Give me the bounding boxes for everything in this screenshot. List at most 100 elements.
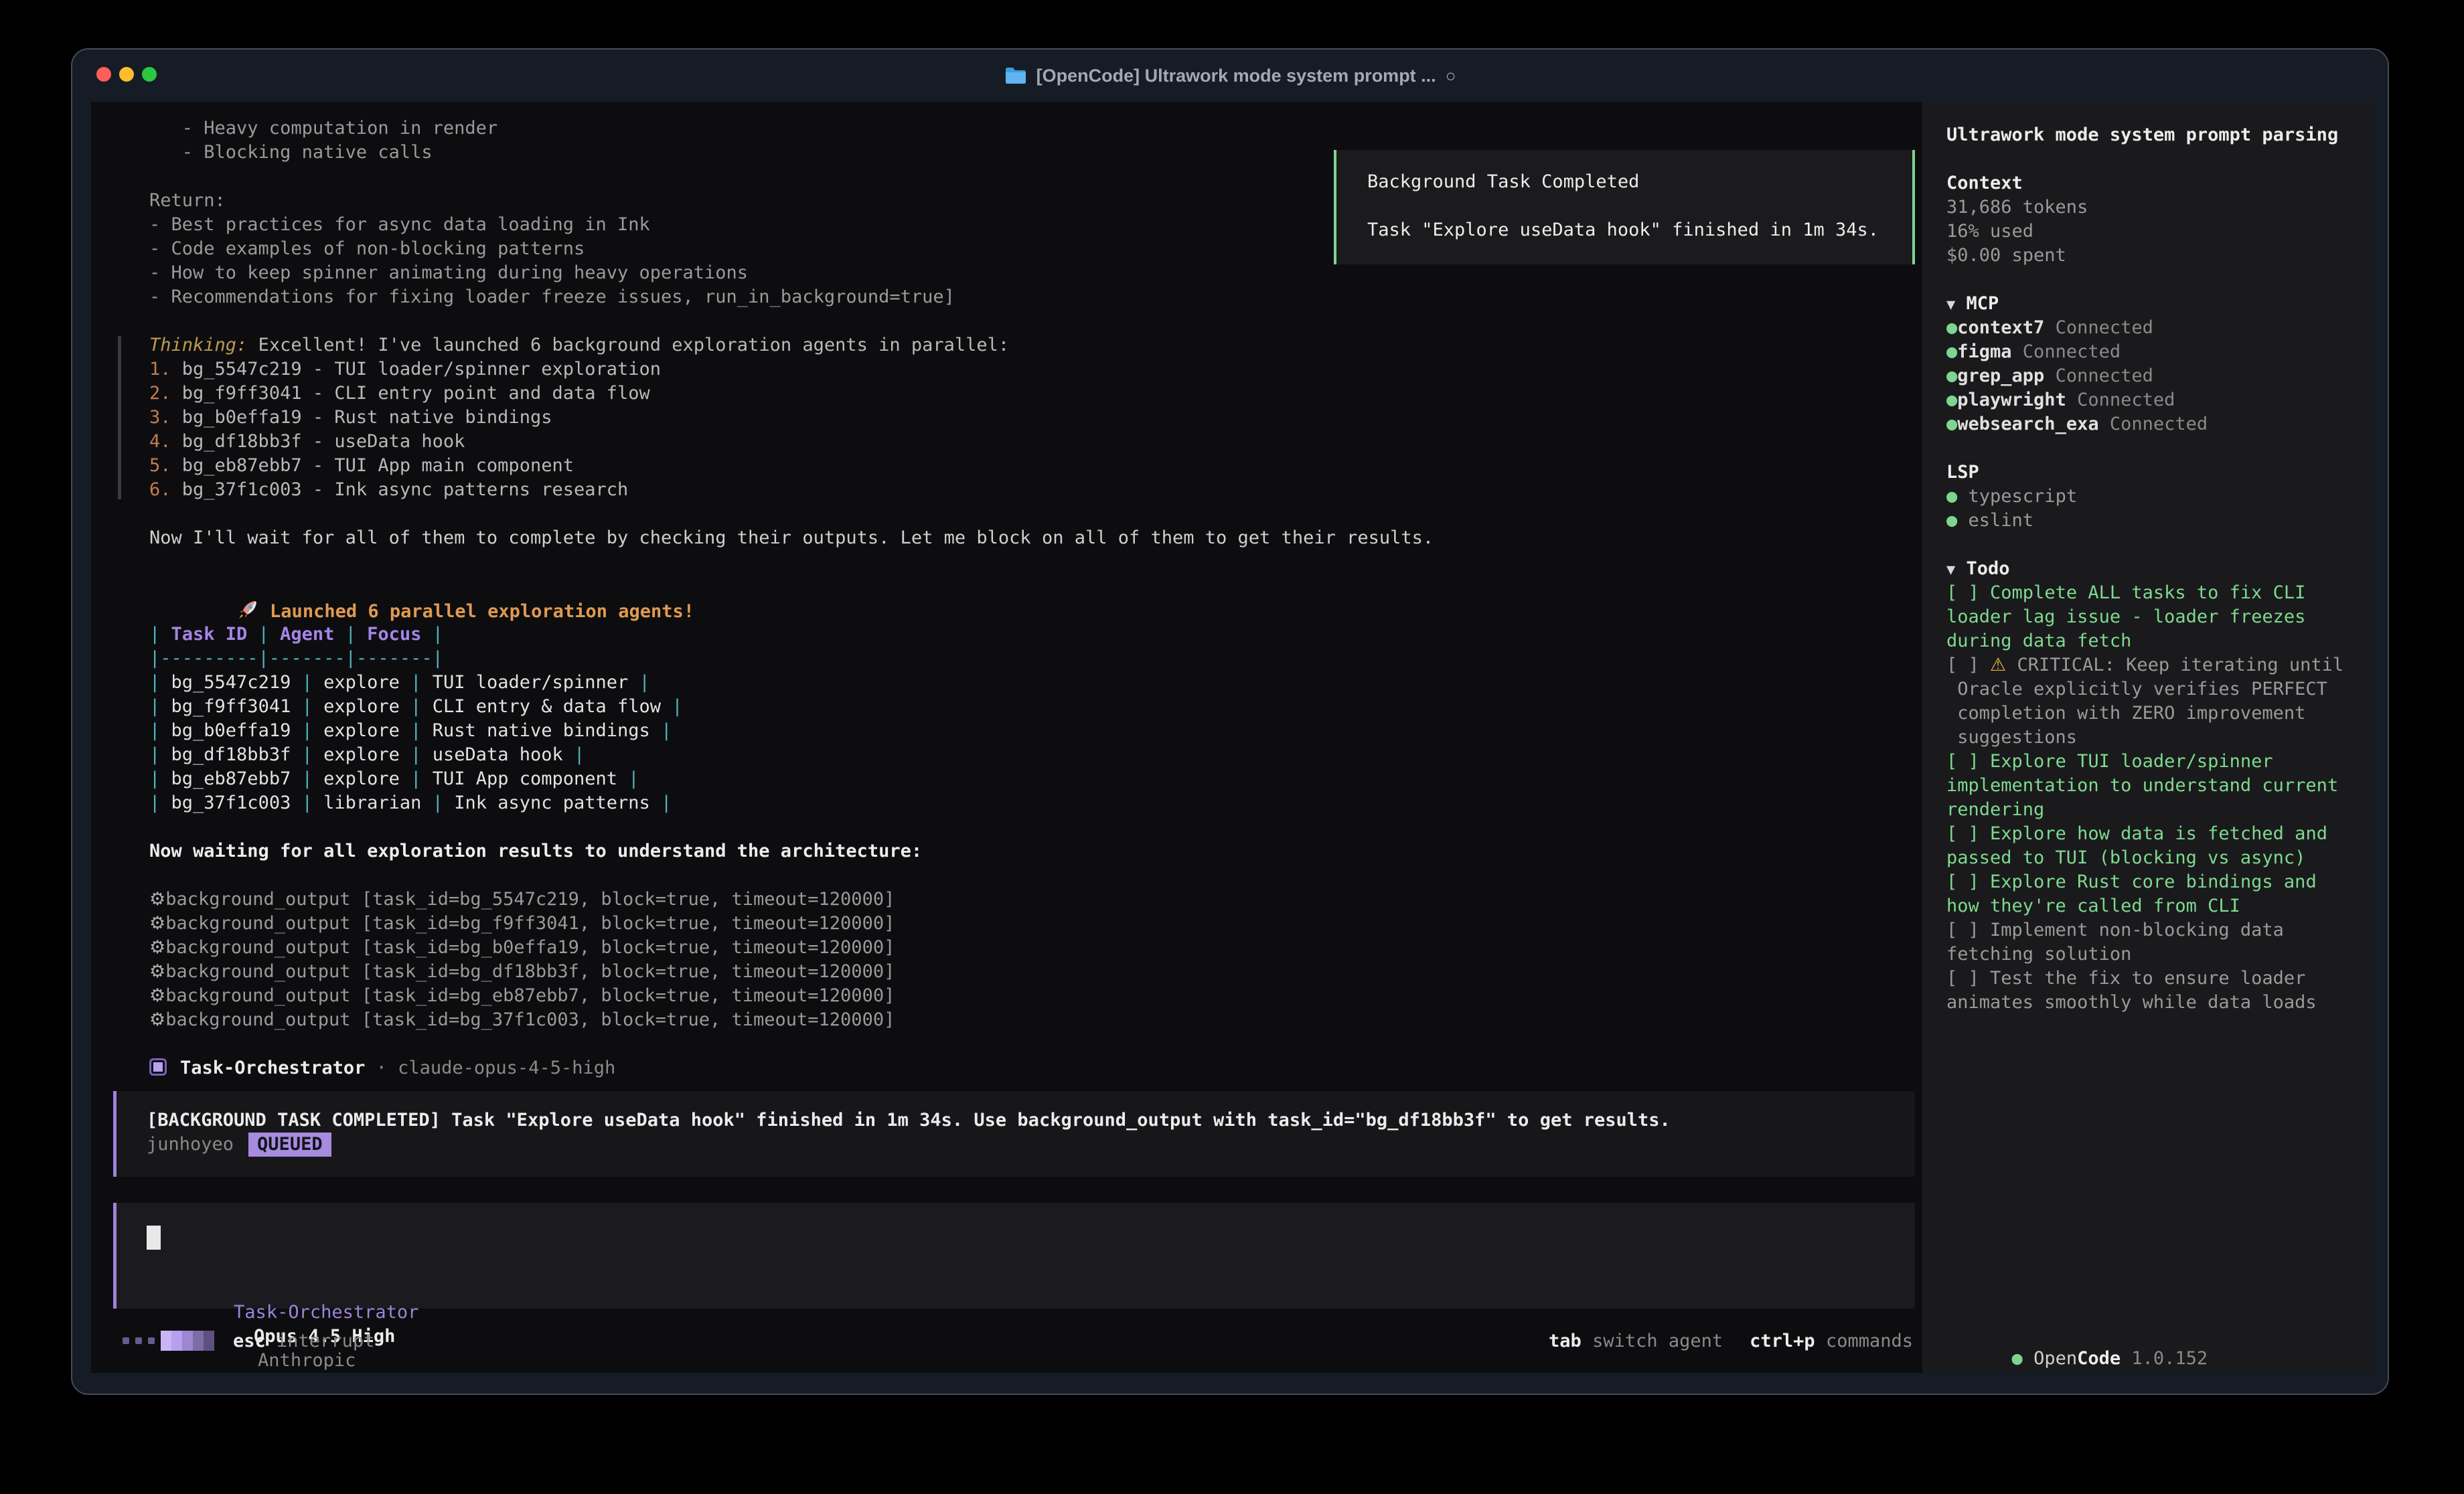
- thinking-item: 6. bg_37f1c003 - Ink async patterns rese…: [149, 478, 1922, 502]
- todo-item: [ ] Test the fix to ensure loader animat…: [1946, 967, 2360, 1015]
- app-version: 1.0.152: [2121, 1348, 2208, 1369]
- mcp-item: ●figma Connected: [1946, 340, 2360, 364]
- spinner-cell: [171, 1331, 182, 1351]
- text-cursor: [147, 1226, 161, 1250]
- gear-icon: ⚙: [149, 1009, 165, 1030]
- checkbox-icon: [ ]: [1946, 655, 1979, 675]
- todo-item: [ ] ⚠ CRITICAL: Keep iterating until Ora…: [1946, 653, 2360, 750]
- gear-icon: ⚙: [149, 985, 165, 1006]
- background-task-completed-panel: [BACKGROUND TASK COMPLETED] Task "Explor…: [113, 1091, 1915, 1177]
- status-dot-icon: ●: [1946, 510, 1957, 531]
- spinner-cell: [161, 1331, 171, 1351]
- status-dot-icon: ●: [1946, 341, 1957, 362]
- checkbox-icon: [ ]: [1946, 751, 1979, 772]
- tool-call-line: ⚙background_output [task_id=bg_df18bb3f,…: [149, 960, 1922, 984]
- app-version-footer: ● OpenCode 1.0.152: [1946, 1323, 2208, 1347]
- thinking-label: Thinking:: [149, 335, 247, 355]
- spinner-dot: [123, 1337, 129, 1344]
- blank-line: [149, 550, 1922, 574]
- thinking-item: 2. bg_f9ff3041 - CLI entry point and dat…: [149, 382, 1922, 406]
- titlebar: [OpenCode] Ultrawork mode system prompt …: [72, 50, 2388, 102]
- lsp-heading: LSP: [1946, 461, 2360, 485]
- status-bar-right: tab switch agentctrl+p commands: [1462, 1310, 1913, 1372]
- checkbox-icon: [ ]: [1946, 872, 1979, 892]
- tab-key-hint: tab: [1549, 1331, 1582, 1351]
- thinking-item: 5. bg_eb87ebb7 - TUI App main component: [149, 454, 1922, 478]
- blank-line: [1946, 533, 2360, 557]
- blank-line: [149, 502, 1922, 526]
- table-row: | bg_5547c219 | explore | TUI loader/spi…: [149, 671, 1922, 695]
- status-dot-icon: ●: [2012, 1348, 2023, 1369]
- table-separator-row: |---------|-------|-------|: [149, 647, 1922, 671]
- ctrlp-key-hint: ctrl+p: [1750, 1331, 1815, 1351]
- window-title: [OpenCode] Ultrawork mode system prompt …: [1036, 66, 1436, 86]
- input-provider-name: Anthropic: [258, 1350, 356, 1371]
- blank-line: [149, 815, 1922, 839]
- gear-icon: ⚙: [149, 961, 165, 982]
- thinking-item: 1. bg_5547c219 - TUI loader/spinner expl…: [149, 357, 1922, 382]
- checkbox-icon: [ ]: [1946, 582, 1979, 603]
- spinner-dot: [135, 1337, 142, 1344]
- folder-icon: [1004, 66, 1027, 85]
- blank-line: [149, 309, 1922, 333]
- app-window: [OpenCode] Ultrawork mode system prompt …: [71, 48, 2389, 1395]
- thinking-intro: Thinking: Excellent! I've launched 6 bac…: [149, 333, 1922, 357]
- table-row: | bg_37f1c003 | librarian | Ink async pa…: [149, 791, 1922, 815]
- tool-call-line: ⚙background_output [task_id=bg_5547c219,…: [149, 888, 1922, 912]
- todo-item: [ ] Explore Rust core bindings and how t…: [1946, 870, 2360, 918]
- status-dot-icon: ●: [1946, 414, 1957, 434]
- agent-name: Task-Orchestrator: [180, 1058, 365, 1078]
- assistant-text: Now I'll wait for all of them to complet…: [149, 526, 1922, 550]
- spinner-cell: [182, 1331, 193, 1351]
- sidebar-title: Ultrawork mode system prompt parsing: [1946, 123, 2360, 147]
- username: junhoyeo: [147, 1134, 234, 1155]
- tool-call-line: ⚙background_output [task_id=bg_37f1c003,…: [149, 1008, 1922, 1032]
- lsp-item: ● typescript: [1946, 485, 2360, 509]
- completed-message: [BACKGROUND TASK COMPLETED] Task "Explor…: [147, 1108, 1895, 1133]
- lsp-item: ● eslint: [1946, 509, 2360, 533]
- mcp-item: ●grep_app Connected: [1946, 364, 2360, 388]
- mcp-item: ●playwright Connected: [1946, 388, 2360, 412]
- spinner-cell: [204, 1331, 214, 1351]
- table-row: | bg_b0effa19 | explore | Rust native bi…: [149, 719, 1922, 743]
- spinner-dot: [148, 1337, 155, 1344]
- context-tokens: 31,686 tokens: [1946, 195, 2360, 220]
- notification-toast: Background Task Completed Task "Explore …: [1334, 150, 1915, 264]
- launch-line: Launched 6 parallel exploration agents!: [149, 574, 1922, 598]
- tool-result-line: - Heavy computation in render: [149, 116, 1922, 141]
- checkbox-icon: [ ]: [1946, 823, 1979, 844]
- mcp-item: ●websearch_exa Connected: [1946, 412, 2360, 436]
- esc-key-hint: esc: [233, 1331, 266, 1351]
- prompt-input[interactable]: Task-Orchestrator Opus 4.5 High Anthropi…: [113, 1203, 1915, 1309]
- notification-body: Task "Explore useData hook" finished in …: [1367, 218, 1912, 242]
- checkbox-icon: [ ]: [1946, 920, 1979, 940]
- blank-line: [149, 1032, 1922, 1056]
- rocket-icon: [236, 598, 259, 621]
- context-heading: Context: [1946, 171, 2360, 195]
- mcp-item: ●context7 Connected: [1946, 316, 2360, 340]
- tool-call-line: ⚙background_output [task_id=bg_f9ff3041,…: [149, 912, 1922, 936]
- gear-icon: ⚙: [149, 937, 165, 958]
- thinking-block: Thinking: Excellent! I've launched 6 bac…: [149, 333, 1922, 502]
- status-dot-icon: ●: [1946, 390, 1957, 410]
- notification-title: Background Task Completed: [1367, 170, 1912, 194]
- completed-meta: junhoyeoQUEUED: [147, 1133, 1895, 1157]
- todo-item: [ ] Explore TUI loader/spinner implement…: [1946, 750, 2360, 822]
- status-dot-icon: ●: [1946, 317, 1957, 338]
- input-agent-name[interactable]: Task-Orchestrator: [234, 1302, 418, 1323]
- sidebar: Ultrawork mode system prompt parsing Con…: [1922, 102, 2373, 1373]
- table-row: | bg_f9ff3041 | explore | CLI entry & da…: [149, 695, 1922, 719]
- table-header-row: | Task ID | Agent | Focus |: [149, 622, 1922, 647]
- terminal-pane[interactable]: - Heavy computation in render - Blocking…: [91, 102, 1922, 1373]
- blank-line: [1946, 147, 2360, 171]
- chevron-down-icon: ▼: [1946, 562, 1955, 578]
- todo-section-header[interactable]: ▼ Todo: [1946, 557, 2360, 581]
- orchestrator-line: Task-Orchestrator · claude-opus-4-5-high: [149, 1056, 1922, 1080]
- mcp-section-header[interactable]: ▼ MCP: [1946, 292, 2360, 316]
- blank-line: [149, 863, 1922, 888]
- warning-icon: ⚠: [1990, 655, 2006, 675]
- tool-result-line: - How to keep spinner animating during h…: [149, 261, 1922, 285]
- window-title-area: [OpenCode] Ultrawork mode system prompt …: [72, 50, 2388, 102]
- gear-icon: ⚙: [149, 889, 165, 910]
- blank-line: [1367, 194, 1912, 218]
